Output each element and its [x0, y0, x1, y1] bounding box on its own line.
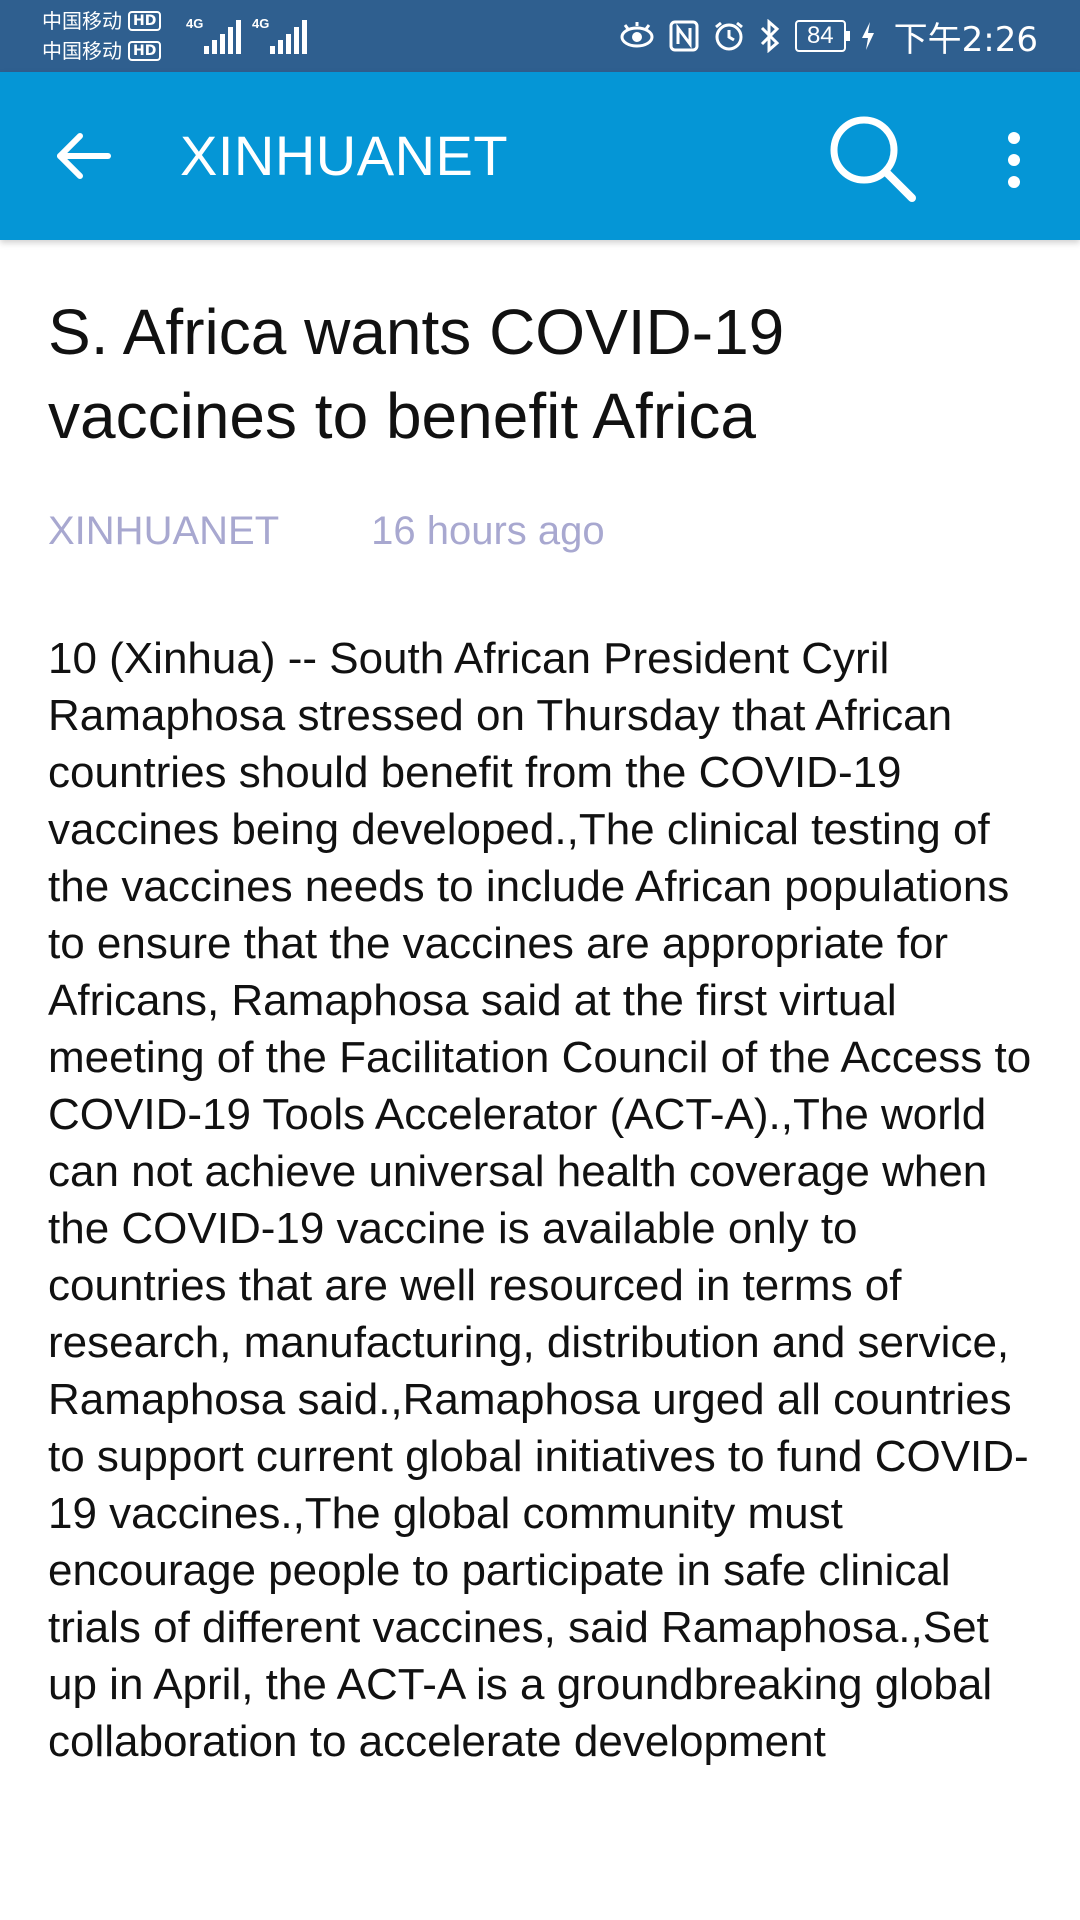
carrier-name-1: 中国移动 [42, 9, 122, 33]
hd-badge-2: HD [128, 41, 162, 61]
app-title: XINHUANET [180, 124, 509, 187]
status-bar: 中国移动 HD 中国移动 HD 4G 4G 84 下午2:26 [0, 0, 1080, 72]
alarm-icon [713, 20, 745, 52]
search-icon [830, 116, 916, 202]
article-body: 10 (Xinhua) -- South African President C… [48, 634, 1032, 1766]
signal-icon-2: 4G [252, 14, 308, 54]
article-headline: S. Africa wants COVID-19 vaccines to ben… [48, 296, 785, 452]
status-right-group: 84 下午2:26 [619, 0, 1038, 72]
bluetooth-icon [759, 19, 781, 53]
carrier-name-2: 中国移动 [42, 39, 122, 63]
eye-comfort-icon [619, 21, 655, 51]
status-time: 下午2:26 [893, 19, 1038, 60]
nfc-icon [669, 20, 699, 52]
app-bar: XINHUANET [0, 72, 1080, 240]
battery-level: 84 [806, 22, 834, 49]
back-arrow-icon [57, 133, 111, 179]
charging-icon [860, 21, 876, 51]
search-button[interactable] [820, 108, 920, 208]
article-source[interactable]: XINHUANET [48, 506, 279, 556]
signal-indicators: 4G 4G [186, 14, 308, 54]
signal-icon-1: 4G [186, 14, 242, 54]
article-meta: XINHUANET 16 hours ago [48, 506, 1038, 556]
back-button[interactable] [48, 118, 124, 194]
carrier-info: 中国移动 HD 中国移动 HD [42, 6, 162, 66]
network-type-1: 4G [186, 16, 204, 31]
more-options-button[interactable] [990, 122, 1038, 198]
hd-badge-1: HD [128, 11, 162, 31]
article: S. Africa wants COVID-19 vaccines to ben… [48, 240, 1038, 1770]
battery-icon: 84 [794, 20, 850, 52]
more-vert-icon [1008, 132, 1020, 188]
network-type-2: 4G [252, 16, 270, 31]
article-time: 16 hours ago [371, 509, 605, 553]
